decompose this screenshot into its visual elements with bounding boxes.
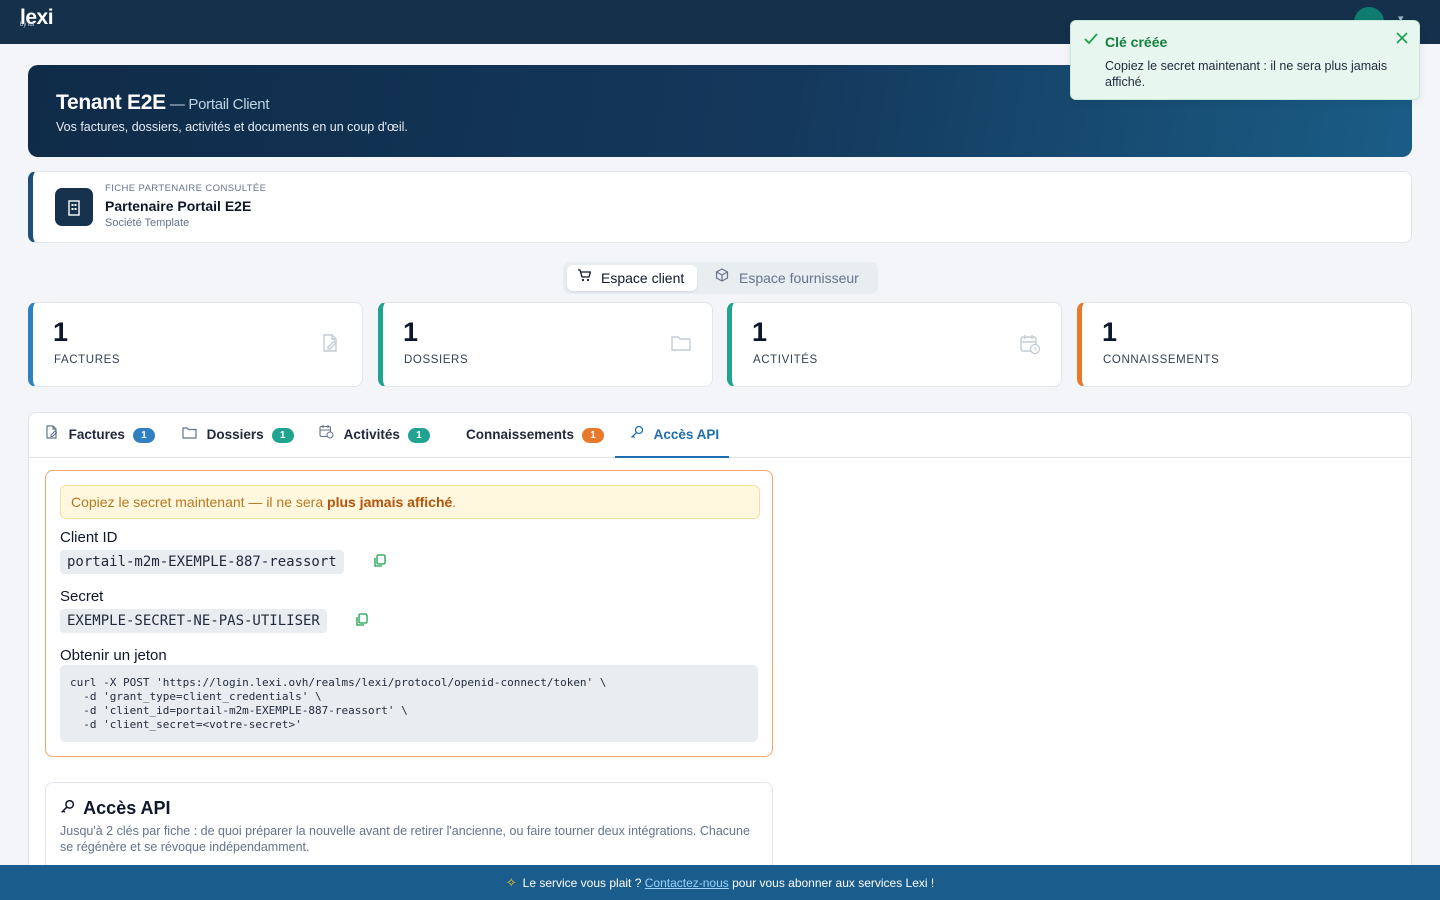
calendar-clock-icon — [1019, 333, 1041, 355]
stat-label: ACTIVITÉS — [753, 354, 818, 366]
tab-supplier-space[interactable]: Espace fournisseur — [705, 265, 875, 291]
page-title: Tenant E2E — Portail Client — [56, 91, 270, 114]
stat-value: 1 — [1102, 317, 1118, 347]
check-icon — [1083, 32, 1099, 50]
tab-count-badge: 1 — [132, 428, 155, 443]
copy-icon[interactable] — [355, 613, 368, 630]
partner-type: Société Template — [105, 217, 190, 229]
new-key-panel: Copiez le secret maintenant — il ne sera… — [45, 470, 773, 757]
stat-card-dossiers[interactable]: 1 DOSSIERS — [378, 302, 713, 387]
tab-activites[interactable]: Activités 1 — [319, 413, 430, 458]
client-id-value[interactable]: portail-m2m-EXEMPLE-887-reassort — [60, 550, 344, 574]
stat-value: 1 — [53, 317, 69, 347]
building-icon — [55, 188, 93, 226]
tab-dossiers[interactable]: Dossiers 1 — [182, 413, 294, 458]
calendar-clock-icon — [319, 425, 338, 442]
stat-card-connaissements[interactable]: 1 CONNAISSEMENTS — [1077, 302, 1412, 387]
secret-value[interactable]: EXEMPLE-SECRET-NE-PAS-UTILISER — [60, 609, 327, 633]
toast-message: Copiez le secret maintenant : il ne sera… — [1105, 59, 1388, 89]
tab-bar: Factures 1 Dossiers 1 Activités 1 Connaisse… — [29, 413, 1411, 458]
stat-label: DOSSIERS — [404, 354, 469, 366]
partner-kicker: FICHE PARTENAIRE CONSULTÉE — [105, 183, 267, 194]
secret-label: Secret — [60, 588, 104, 605]
tab-connaissements[interactable]: Connaissements 1 — [466, 413, 605, 458]
tab-client-space[interactable]: Espace client — [567, 265, 697, 291]
tab-count-badge: 1 — [407, 428, 430, 443]
token-label: Obtenir un jeton — [60, 647, 167, 664]
stat-label: CONNAISSEMENTS — [1103, 354, 1220, 366]
stat-card-factures[interactable]: 1 FACTURES — [28, 302, 363, 387]
folder-icon — [670, 333, 692, 355]
invoice-icon — [45, 425, 63, 442]
cart-icon — [577, 265, 592, 291]
copy-icon[interactable] — [373, 554, 386, 571]
partner-name: Partenaire Portail E2E — [105, 198, 252, 214]
toast-title: Clé créée — [1105, 34, 1168, 50]
main-panel: Factures 1 Dossiers 1 Activités 1 Connaisse… — [28, 412, 1412, 892]
tab-api-access[interactable]: Accès API — [615, 413, 729, 458]
curl-snippet[interactable]: curl -X POST 'https://login.lexi.ovh/rea… — [60, 665, 758, 742]
partner-card: FICHE PARTENAIRE CONSULTÉE Partenaire Po… — [28, 171, 1412, 243]
section-description: Jusqu'à 2 clés par fiche : de quoi prépa… — [60, 824, 750, 854]
sparkle-icon: ✧ — [505, 875, 517, 890]
logo-subtitle: by idt — [20, 22, 35, 28]
contact-link[interactable]: Contactez-nous — [645, 876, 729, 890]
tab-count-badge: 1 — [271, 428, 294, 443]
stat-label: FACTURES — [54, 354, 121, 366]
client-id-label: Client ID — [60, 529, 118, 546]
footer-banner: ✧ Le service vous plait ? Contactez-nous … — [0, 865, 1440, 900]
close-icon[interactable] — [1395, 29, 1409, 50]
folder-icon — [182, 427, 201, 442]
page-description: Vos factures, dossiers, activités et doc… — [56, 120, 408, 134]
box-icon — [715, 265, 729, 291]
key-icon — [60, 799, 79, 818]
tab-factures[interactable]: Factures 1 — [45, 413, 155, 458]
space-switcher: Espace client Espace fournisseur — [563, 262, 878, 294]
stat-value: 1 — [752, 317, 768, 347]
stat-card-activites[interactable]: 1 ACTIVITÉS — [727, 302, 1062, 387]
success-toast: Clé créée Copiez le secret maintenant : … — [1070, 20, 1420, 100]
tab-count-badge: 1 — [582, 428, 605, 443]
secret-warning: Copiez le secret maintenant — il ne sera… — [60, 485, 760, 519]
invoice-icon — [320, 333, 342, 355]
page-subtitle: — Portail Client — [169, 96, 270, 113]
stat-value: 1 — [403, 317, 419, 347]
key-icon — [630, 425, 648, 442]
section-title: Accès API — [60, 798, 171, 819]
